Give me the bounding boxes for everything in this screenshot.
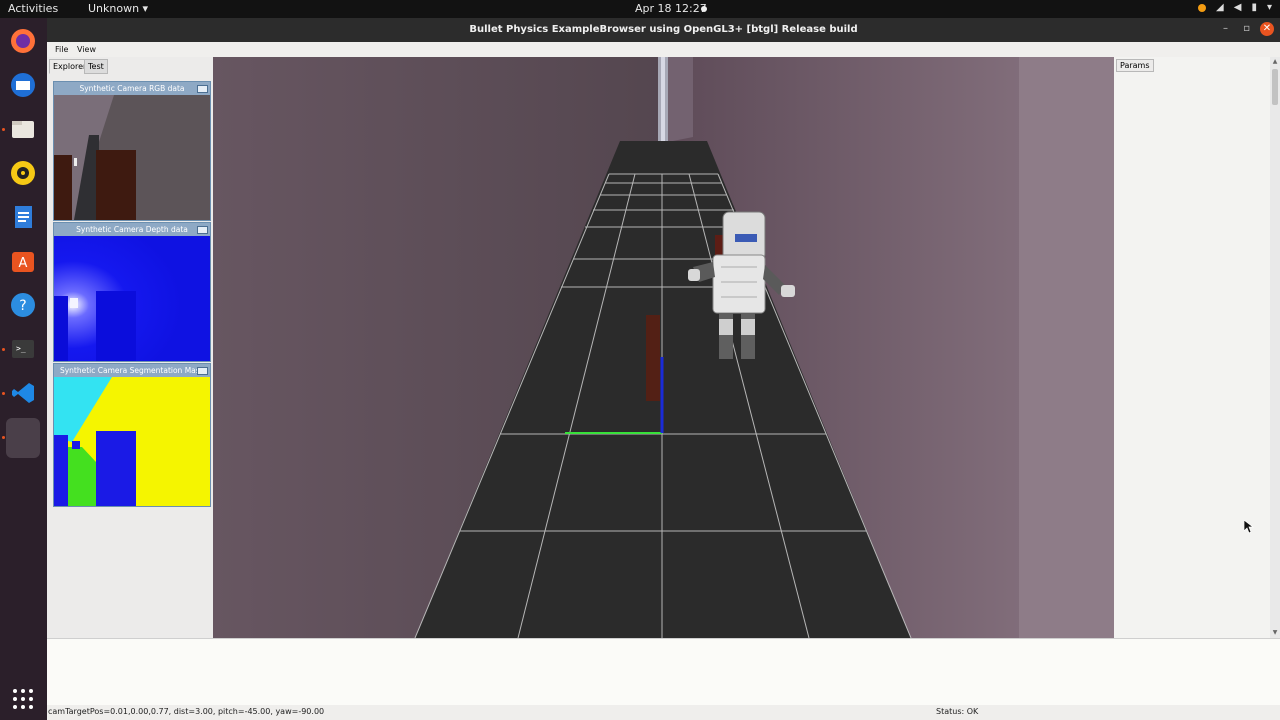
segmentation-camera-header[interactable]: Synthetic Camera Segmentation Mask [54,364,210,377]
svg-text:>_: >_ [16,344,26,353]
window-title: Bullet Physics ExampleBrowser using Open… [469,24,858,35]
3d-viewport[interactable] [213,57,1114,638]
menu-view[interactable]: View [77,45,96,54]
explorer-panel: Explorer Test Synthetic Camera RGB data … [47,57,213,638]
depth-camera-window[interactable]: Synthetic Camera Depth data [53,222,211,362]
camera-info: camTargetPos=0.01,0.00,0.77, dist=3.00, … [48,707,325,716]
running-indicator [2,436,5,439]
running-indicator [2,392,5,395]
minimize-icon[interactable] [197,85,208,93]
writer-icon[interactable] [6,200,40,234]
menu-bar: File View [47,42,1280,57]
vscode-icon[interactable] [6,376,40,410]
window-titlebar[interactable]: Bullet Physics ExampleBrowser using Open… [47,18,1280,42]
thunderbird-icon[interactable] [6,68,40,102]
minimize-icon[interactable] [197,367,208,375]
segmentation-camera-title: Synthetic Camera Segmentation Mask [59,366,205,375]
software-icon[interactable]: A [6,244,40,278]
rgb-camera-window[interactable]: Synthetic Camera RGB data [53,81,211,221]
depth-camera-header[interactable]: Synthetic Camera Depth data [54,223,210,236]
scrollbar-thumb[interactable] [1272,69,1278,105]
minimize-icon[interactable] [197,226,208,234]
clock[interactable]: Apr 18 12:27 [635,2,707,15]
params-scrollbar[interactable]: ▲ ▼ [1270,57,1280,638]
status-bar: camTargetPos=0.01,0.00,0.77, dist=3.00, … [47,705,1280,720]
update-indicator-icon[interactable] [1198,3,1207,12]
help-icon[interactable]: ? [6,288,40,322]
system-tray[interactable]: ◢ ◀ ▮ ▾ [1198,2,1272,13]
running-indicator [2,128,5,131]
files-icon[interactable] [6,112,40,146]
tab-test[interactable]: Test [84,59,108,74]
close-button[interactable]: ✕ [1260,22,1274,36]
dock: A ? >_ [0,18,47,720]
firefox-icon[interactable] [6,24,40,58]
restore-button[interactable]: ▫ [1243,22,1250,36]
show-apps-icon[interactable] [6,682,40,716]
minimize-button[interactable]: – [1223,22,1228,36]
status-text: Status: OK [936,707,979,716]
menu-file[interactable]: File [55,45,68,54]
mouse-cursor-icon [1243,519,1255,537]
segmentation-camera-window[interactable]: Synthetic Camera Segmentation Mask [53,363,211,507]
tab-params[interactable]: Params [1116,59,1154,72]
network-icon[interactable]: ◢ [1216,2,1224,13]
volume-icon[interactable]: ◀ [1234,2,1242,13]
rgb-camera-header[interactable]: Synthetic Camera RGB data [54,82,210,95]
svg-text:?: ? [19,298,26,314]
console-area[interactable] [47,638,1280,706]
app-menu[interactable]: Unknown ▾ [88,2,148,15]
running-indicator [2,348,5,351]
rgb-camera-title: Synthetic Camera RGB data [79,84,185,93]
depth-camera-title: Synthetic Camera Depth data [76,225,188,234]
depth-camera-image [54,236,210,361]
notification-dot [701,6,707,12]
active-app-icon[interactable] [6,418,40,458]
terminal-icon[interactable]: >_ [6,332,40,366]
activities-button[interactable]: Activities [8,2,58,15]
scroll-up-icon[interactable]: ▲ [1271,58,1279,66]
svg-text:A: A [19,256,28,271]
rgb-camera-image [54,95,210,220]
params-panel: Params [1114,57,1270,638]
gnome-top-bar: Activities Unknown ▾ Apr 18 12:27 ◢ ◀ ▮ … [0,0,1280,18]
power-icon[interactable]: ▾ [1267,2,1272,13]
rhythmbox-icon[interactable] [6,156,40,190]
battery-icon[interactable]: ▮ [1251,2,1257,13]
scroll-down-icon[interactable]: ▼ [1271,629,1279,637]
segmentation-camera-image [54,377,210,506]
